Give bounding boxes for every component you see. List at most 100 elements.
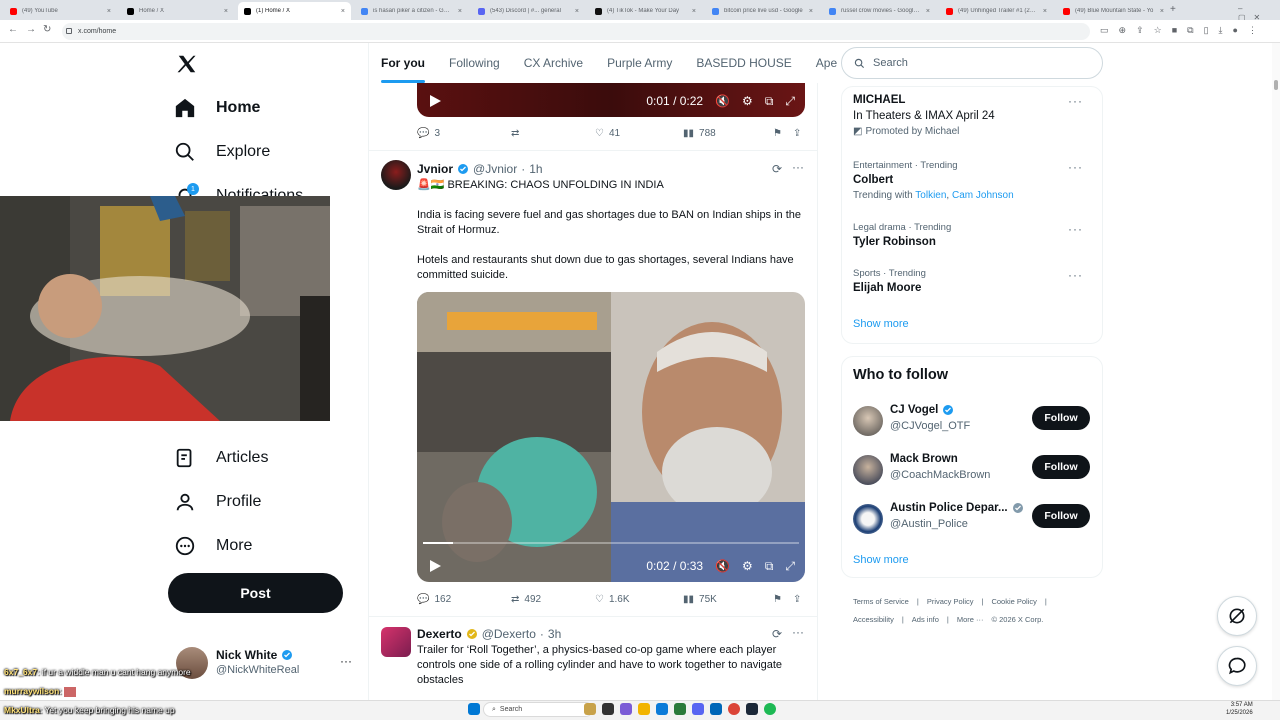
post1-video[interactable]: 0:01 / 0:22 🔇 ⚙ ⧉ ⤢ <box>417 83 805 117</box>
views-button[interactable]: ▮▮ 788 <box>683 128 773 139</box>
taskbar-search[interactable]: ⌕ Search <box>483 702 593 717</box>
nav-more[interactable]: More <box>168 527 252 565</box>
follow-suggestion[interactable]: Mack Brown @CoachMackBrown Follow <box>853 453 1093 489</box>
footer-terms-link[interactable]: Terms of Service <box>853 597 909 606</box>
back-icon[interactable]: ← <box>8 24 18 35</box>
nav-explore[interactable]: Explore <box>168 133 270 171</box>
browser-tab[interactable]: (4) TikTok - Make Your Day × <box>589 2 702 20</box>
tab-close-icon[interactable]: × <box>341 8 345 15</box>
follow-suggestion[interactable]: Austin Police Depar... @Austin_Police Fo… <box>853 502 1093 538</box>
suggestion-avatar[interactable] <box>853 504 883 534</box>
tab-close-icon[interactable]: × <box>107 8 111 15</box>
like-button[interactable]: ♡ 41 <box>595 128 683 139</box>
chrome-icon[interactable] <box>728 703 740 715</box>
trend-more-icon[interactable]: ··· <box>1068 222 1083 236</box>
taskbar-app-icon[interactable] <box>692 703 704 715</box>
post2-handle[interactable]: @Jvnior <box>473 162 517 176</box>
tab-close-icon[interactable]: × <box>926 8 930 15</box>
settings-gear-icon[interactable]: ⚙ <box>742 94 753 108</box>
tab-close-icon[interactable]: × <box>458 8 462 15</box>
browser-menu-icon[interactable]: ⋮ <box>1248 25 1257 36</box>
messages-float-button[interactable] <box>1217 646 1257 686</box>
fullscreen-icon[interactable]: ⤢ <box>785 559 795 574</box>
taskbar-clock[interactable]: 3:57 AM 1/25/2026 <box>1226 701 1253 717</box>
footer-more-link[interactable]: More ··· <box>957 615 984 624</box>
repost-button[interactable]: ⇄ 492 <box>511 594 595 605</box>
trend-item-tyler-robinson[interactable]: Legal drama · Trending Tyler Robinson ··… <box>853 222 1093 248</box>
follow-show-more[interactable]: Show more <box>853 554 909 566</box>
profile-icon[interactable]: ● <box>1233 25 1238 36</box>
browser-tab[interactable]: is hasan piker a citizen - Googl × <box>355 2 468 20</box>
settings-gear-icon[interactable]: ⚙ <box>742 559 753 573</box>
follow-button[interactable]: Follow <box>1032 504 1090 528</box>
taskbar-app-icon[interactable] <box>674 703 686 715</box>
browser-tab[interactable]: russel crow movies - Google S × <box>823 2 936 20</box>
x-logo-icon[interactable] <box>176 53 198 75</box>
share-post-icon[interactable]: ⇪ <box>793 128 801 139</box>
trend-item-colbert[interactable]: Entertainment · Trending Colbert Trendin… <box>853 160 1093 201</box>
file-explorer-icon[interactable] <box>638 703 650 715</box>
play-icon[interactable] <box>429 95 441 107</box>
repost-button[interactable]: ⇄ <box>511 128 595 139</box>
cast-icon[interactable]: ▭ <box>1100 25 1109 36</box>
footer-cookie-link[interactable]: Cookie Policy <box>991 597 1036 606</box>
extension-icon[interactable]: ■ <box>1172 25 1177 36</box>
search-box[interactable]: Search <box>841 47 1103 79</box>
spotify-icon[interactable] <box>764 703 776 715</box>
grok-icon[interactable]: ⟳ <box>772 627 782 641</box>
follow-suggestion[interactable]: CJ Vogel @CJVogel_OTF Follow <box>853 404 1093 440</box>
jvnior-avatar[interactable] <box>381 160 411 190</box>
video-progress-track[interactable] <box>423 542 799 544</box>
tab-close-icon[interactable]: × <box>1160 8 1164 15</box>
grok-float-button[interactable] <box>1217 596 1257 636</box>
post-more-icon[interactable]: ··· <box>792 160 804 174</box>
taskbar-app-icon[interactable] <box>584 703 596 715</box>
post2-time[interactable]: 1h <box>529 162 542 176</box>
browser-tab[interactable]: (543) Discord | #... general × <box>472 2 585 20</box>
new-tab-button[interactable]: + <box>1170 4 1176 15</box>
browser-tab[interactable]: (49) YouTube × <box>4 2 117 20</box>
site-info-icon[interactable] <box>66 28 72 34</box>
trends-show-more[interactable]: Show more <box>853 318 909 330</box>
footer-accessibility-link[interactable]: Accessibility <box>853 615 894 624</box>
footer-privacy-link[interactable]: Privacy Policy <box>927 597 974 606</box>
tab-close-icon[interactable]: × <box>224 8 228 15</box>
share-post-icon[interactable]: ⇪ <box>793 594 801 605</box>
forward-icon[interactable]: → <box>26 24 36 35</box>
browser-tab[interactable]: bitcoin price live usd - Google × <box>706 2 819 20</box>
tab-close-icon[interactable]: × <box>809 8 813 15</box>
reload-icon[interactable]: ↻ <box>43 24 51 35</box>
reply-button[interactable]: 💬 3 <box>417 128 511 139</box>
trend-more-icon[interactable]: ··· <box>1068 268 1083 282</box>
trend-item-elijah-moore[interactable]: Sports · Trending Elijah Moore ··· <box>853 268 1093 294</box>
tab-for-you[interactable]: For you <box>369 56 437 83</box>
tab-close-icon[interactable]: × <box>575 8 579 15</box>
tab-close-icon[interactable]: × <box>1043 8 1047 15</box>
bookmark-icon[interactable]: ⚑ <box>773 128 793 139</box>
pip-icon[interactable]: ⧉ <box>765 559 774 574</box>
taskbar-app-icon[interactable] <box>602 703 614 715</box>
address-bar[interactable]: x.com/home <box>62 23 1090 40</box>
trend-more-icon[interactable]: ··· <box>1068 160 1083 174</box>
nav-articles[interactable]: Articles <box>168 439 268 477</box>
trend-link-cam-johnson[interactable]: Cam Johnson <box>952 190 1014 201</box>
start-menu-icon[interactable] <box>468 703 480 715</box>
dexerto-avatar[interactable] <box>381 627 411 657</box>
browser-tab[interactable]: (49) Blue Mountain State - Yo × <box>1057 2 1170 20</box>
post-button[interactable]: Post <box>168 573 343 613</box>
scrollbar-thumb[interactable] <box>1274 80 1278 90</box>
browser-tab[interactable]: (49) Unhinged Trailer #1 (2020 × <box>940 2 1053 20</box>
edge-icon[interactable] <box>656 703 668 715</box>
zoom-icon[interactable]: ⊕ <box>1119 25 1127 36</box>
follow-button[interactable]: Follow <box>1032 406 1090 430</box>
trend-more-icon[interactable]: ··· <box>1068 94 1083 108</box>
browser-tab[interactable]: Home / X × <box>121 2 234 20</box>
nav-home[interactable]: Home <box>168 89 260 127</box>
tab-close-icon[interactable]: × <box>692 8 696 15</box>
sidepanel-icon[interactable]: ▯ <box>1204 25 1209 36</box>
browser-tab[interactable]: (1) Home / X × <box>238 2 351 20</box>
grok-icon[interactable]: ⟳ <box>772 162 782 176</box>
reply-button[interactable]: 💬 162 <box>417 594 511 605</box>
account-menu-icon[interactable]: ··· <box>340 654 352 668</box>
footer-ads-info-link[interactable]: Ads info <box>912 615 939 624</box>
